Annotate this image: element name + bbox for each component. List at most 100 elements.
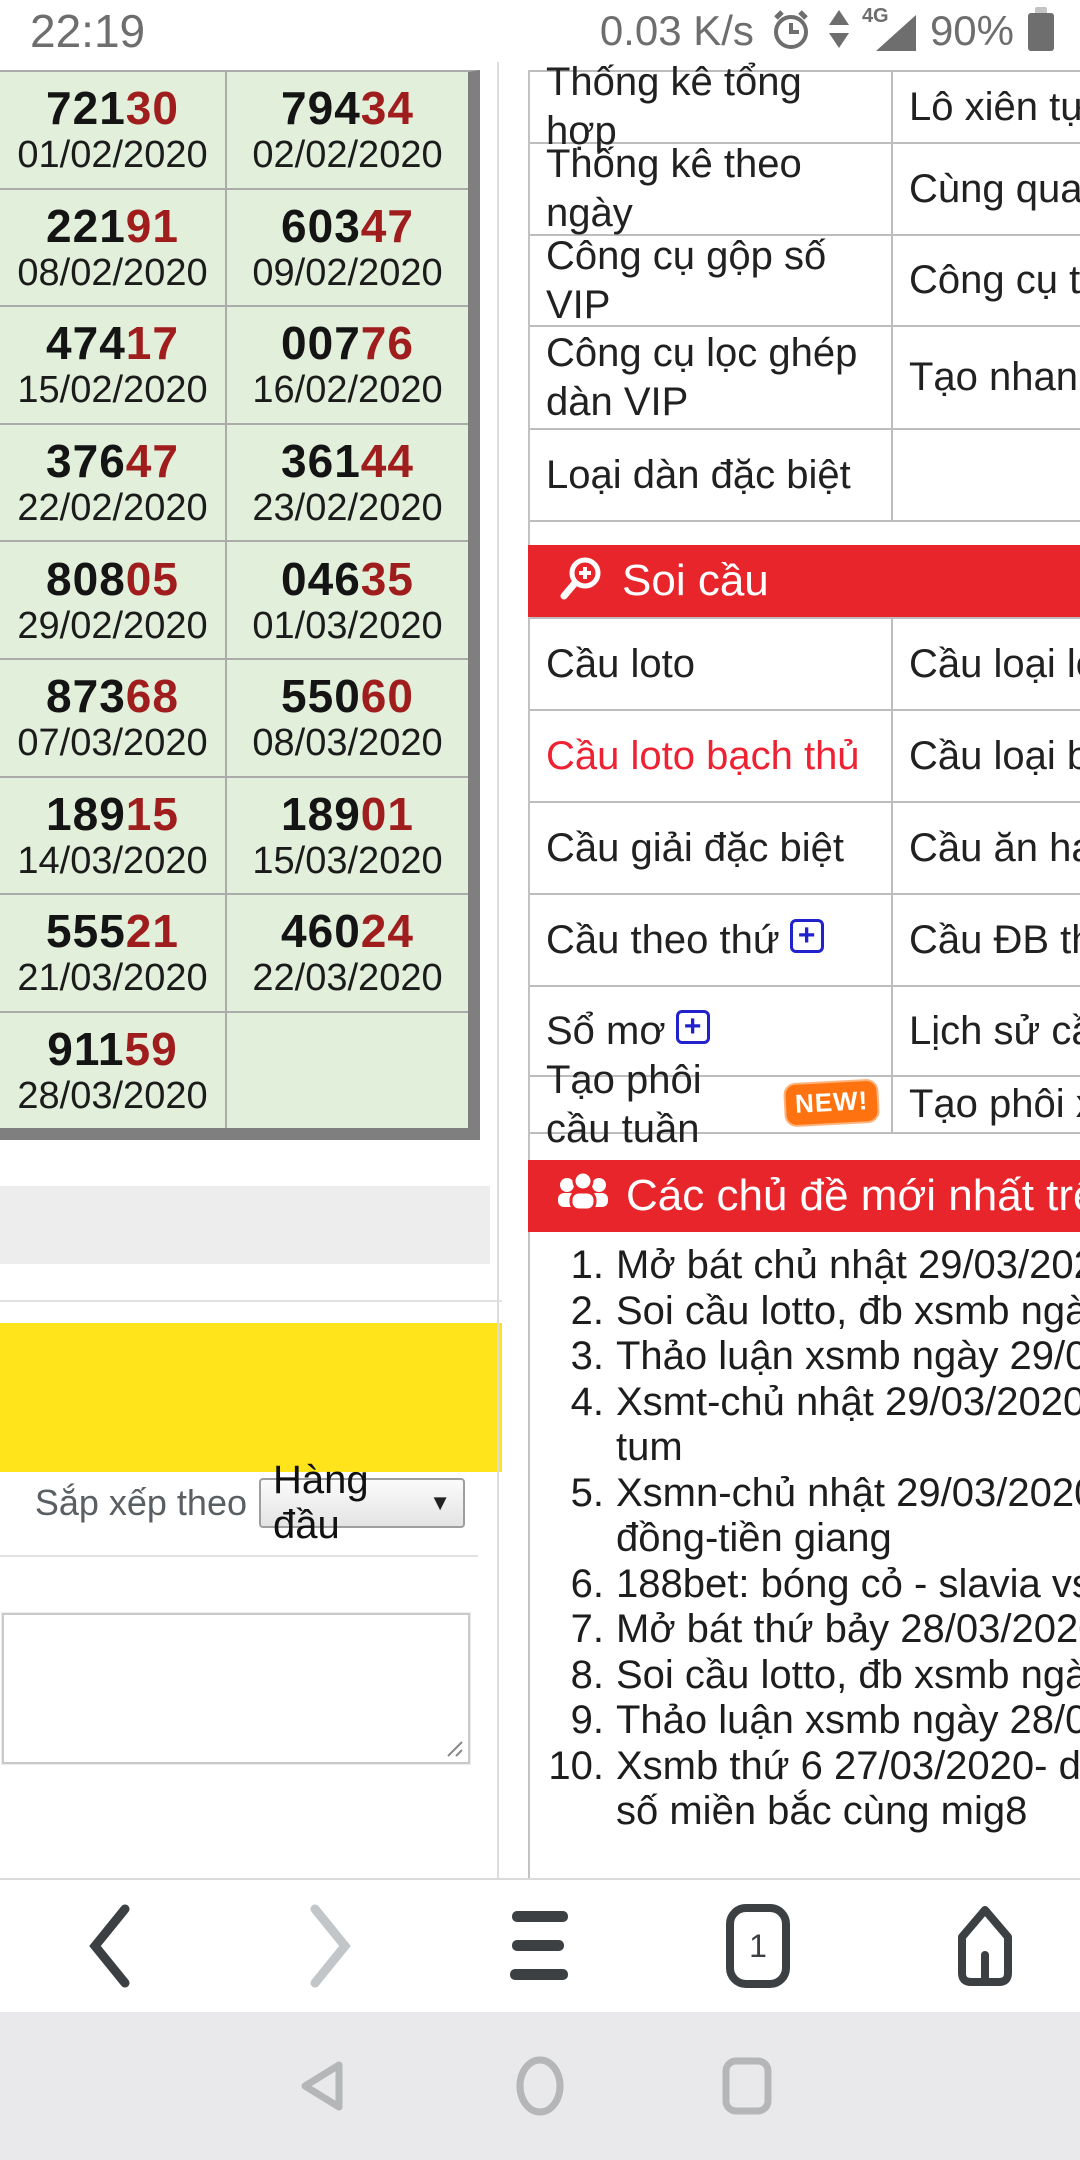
lottery-result-cell: 4741715/02/2020 xyxy=(0,307,225,423)
android-back-button[interactable] xyxy=(271,2012,371,2160)
menu-item-link[interactable]: Cầu ăn hai n xyxy=(893,803,1080,893)
number-red-part: 47 xyxy=(126,435,179,487)
lottery-date: 01/03/2020 xyxy=(252,607,442,645)
menu-item-label: Tạo phôi xổ s xyxy=(909,1080,1080,1129)
battery-icon xyxy=(1028,13,1054,53)
forum-topic-item[interactable]: 5.Xsmn-chủ nhật 29/03/2020: kiên gđồng-t… xyxy=(530,1471,1080,1562)
forum-topic-item[interactable]: 10.Xsmb thứ 6 27/03/2020- dự đoánsố miền… xyxy=(530,1744,1080,1835)
forum-topic-number: 3. xyxy=(530,1334,604,1380)
menu-item-link[interactable]: Cầu ĐB theo xyxy=(893,895,1080,985)
menu-item-link[interactable]: Công cụ lọc ghép dàn VIP xyxy=(530,327,893,428)
menu-item-link[interactable]: Tạo nhanh d xyxy=(893,327,1080,428)
number-red-part: 60 xyxy=(361,670,414,722)
lottery-number: 79434 xyxy=(281,85,414,131)
number-black-part: 007 xyxy=(281,317,361,369)
number-black-part: 474 xyxy=(46,317,126,369)
forum-topic-title: Mở bát chủ nhật 29/03/2020 xyxy=(616,1243,1080,1289)
comment-textarea[interactable] xyxy=(2,1613,470,1764)
menu-item-link[interactable]: Thống kê tổng hợp xyxy=(530,72,893,142)
android-recents-button[interactable] xyxy=(697,2012,797,2160)
forum-topic-item[interactable]: 9.Thảo luận xsmb ngày 28/03/2020 xyxy=(530,1698,1080,1744)
menu-item-link[interactable]: Công cụ tách xyxy=(893,236,1080,325)
table-row: Cầu giải đặc biệt Cầu ăn hai n xyxy=(530,803,1080,895)
ad-banner[interactable] xyxy=(0,1323,502,1472)
lottery-number: 04635 xyxy=(281,556,414,602)
menu-item-label: Cầu giải đặc biệt xyxy=(546,824,844,873)
status-bar: 22:19 0.03 K/s 4G 90% xyxy=(0,0,1080,62)
forum-topic-line: Mở bát chủ nhật 29/03/2020 xyxy=(616,1243,1080,1289)
menu-item-link[interactable]: Loại dàn đặc biệt xyxy=(530,430,893,520)
forum-topic-item[interactable]: 7.Mở bát thứ bảy 28/03/2020 xyxy=(530,1607,1080,1653)
lottery-date: 08/02/2020 xyxy=(17,254,207,292)
lottery-number: 00776 xyxy=(281,320,414,366)
sort-label: Sắp xếp theo xyxy=(0,1478,247,1528)
menu-item-label: Công cụ gộp số VIP xyxy=(546,232,877,330)
menu-item-link[interactable]: Cầu theo thứ+ xyxy=(530,895,893,985)
forum-topic-line: Xsmt-chủ nhật 29/03/2020: khánh xyxy=(616,1380,1080,1426)
menu-item-link[interactable]: Lô xiên tự độ xyxy=(893,72,1080,142)
forum-topic-number: 10. xyxy=(530,1744,604,1835)
section-title: Các chủ đề mới nhất trên diễ xyxy=(626,1171,1080,1221)
forum-topic-title: Thảo luận xsmb ngày 29/03/2020 xyxy=(616,1334,1080,1380)
lottery-date: 01/02/2020 xyxy=(17,136,207,174)
menu-item-link[interactable] xyxy=(893,430,1080,520)
menu-item-label: Cầu loại loto xyxy=(909,640,1080,689)
lottery-number: 60347 xyxy=(281,203,414,249)
forum-topic-item[interactable]: 3. Thảo luận xsmb ngày 29/03/2020 xyxy=(530,1334,1080,1380)
menu-item-link[interactable]: Cùng quay xổ xyxy=(893,144,1080,234)
menu-item-link[interactable]: Cầu loại bạc xyxy=(893,711,1080,801)
lottery-number: 36144 xyxy=(281,438,414,484)
menu-item-link[interactable]: Cầu loto xyxy=(530,619,893,709)
browser-home-button[interactable] xyxy=(925,1880,1045,2012)
forum-topic-number: 8. xyxy=(530,1653,604,1699)
lottery-result-cell: 1890115/03/2020 xyxy=(227,778,468,894)
menu-item-link[interactable]: Lịch sử cầu l xyxy=(893,987,1080,1075)
lottery-result-cell: 3764722/02/2020 xyxy=(0,425,225,541)
number-black-part: 794 xyxy=(281,82,361,134)
menu-item-link[interactable]: Thống kê theo ngày xyxy=(530,144,893,234)
lottery-number: 18915 xyxy=(46,791,179,837)
number-red-part: 59 xyxy=(125,1023,178,1075)
forum-topic-line: Soi cầu lotto, đb xsmb ngày 28/03 xyxy=(616,1653,1080,1699)
lottery-date: 09/02/2020 xyxy=(252,254,442,292)
menu-item-label: Công cụ tách xyxy=(909,256,1080,305)
forum-topic-line: số miền bắc cùng mig8 xyxy=(616,1789,1080,1835)
browser-forward-button[interactable] xyxy=(270,1880,390,2012)
menu-item-link[interactable]: Cầu giải đặc biệt xyxy=(530,803,893,893)
menu-item-link[interactable]: Công cụ gộp số VIP xyxy=(530,236,893,325)
forum-topic-line: tum xyxy=(616,1425,1080,1471)
menu-item-link[interactable]: Tạo phôi xổ s xyxy=(893,1077,1080,1132)
browser-menu-button[interactable] xyxy=(480,1880,600,2012)
lottery-number: 91159 xyxy=(47,1026,177,1072)
lottery-result-cell: 1891514/03/2020 xyxy=(0,778,225,894)
android-home-button[interactable] xyxy=(490,2012,590,2160)
number-red-part: 17 xyxy=(126,317,179,369)
forum-topic-number: 4. xyxy=(530,1380,604,1471)
forum-topic-item[interactable]: 2.Soi cầu lotto, đb xsmb ngày 29/03 xyxy=(530,1289,1080,1335)
gray-placeholder-bar xyxy=(0,1186,490,1264)
browser-tabs-button[interactable]: 1 xyxy=(698,1880,818,2012)
menu-item-link[interactable]: Cầu loto bạch thủ xyxy=(530,711,893,801)
soicau-section-header: Soi cầu xyxy=(528,545,1080,617)
forum-topic-item[interactable]: 6.188bet: bóng cỏ - slavia vs bate bo xyxy=(530,1562,1080,1608)
lottery-date: 16/02/2020 xyxy=(252,371,442,409)
lottery-result-cell: 04635 01/03/2020 xyxy=(227,542,468,658)
forum-topic-line: Thảo luận xsmb ngày 29/03/2020 xyxy=(616,1334,1080,1380)
expand-plus-icon[interactable]: + xyxy=(676,1010,710,1044)
number-black-part: 808 xyxy=(46,553,126,605)
forum-topic-item[interactable]: 8. Soi cầu lotto, đb xsmb ngày 28/03 xyxy=(530,1653,1080,1699)
menu-item-link[interactable]: Cầu loại loto xyxy=(893,619,1080,709)
sort-dropdown[interactable]: Hàng đầu ▼ xyxy=(259,1478,465,1528)
browser-back-button[interactable] xyxy=(50,1880,170,2012)
lottery-result-cell: 9115928/03/2020 xyxy=(0,1013,225,1129)
expand-plus-icon[interactable]: + xyxy=(790,919,824,953)
lottery-result-cell xyxy=(227,1013,468,1129)
number-black-part: 361 xyxy=(281,435,361,487)
forum-topic-item[interactable]: 4. Xsmt-chủ nhật 29/03/2020: khánhtum xyxy=(530,1380,1080,1471)
forum-topic-item[interactable]: 1.Mở bát chủ nhật 29/03/2020 xyxy=(530,1243,1080,1289)
lottery-number: 18901 xyxy=(281,791,414,837)
menu-item-link[interactable]: Tạo phôi cầu tuầnNEW! xyxy=(530,1077,893,1132)
table-row: Thống kê theo ngàyCùng quay xổ xyxy=(530,144,1080,236)
lottery-number: 55060 xyxy=(281,673,414,719)
forum-topic-title: Xsmn-chủ nhật 29/03/2020: kiên gđồng-tiề… xyxy=(616,1471,1080,1562)
